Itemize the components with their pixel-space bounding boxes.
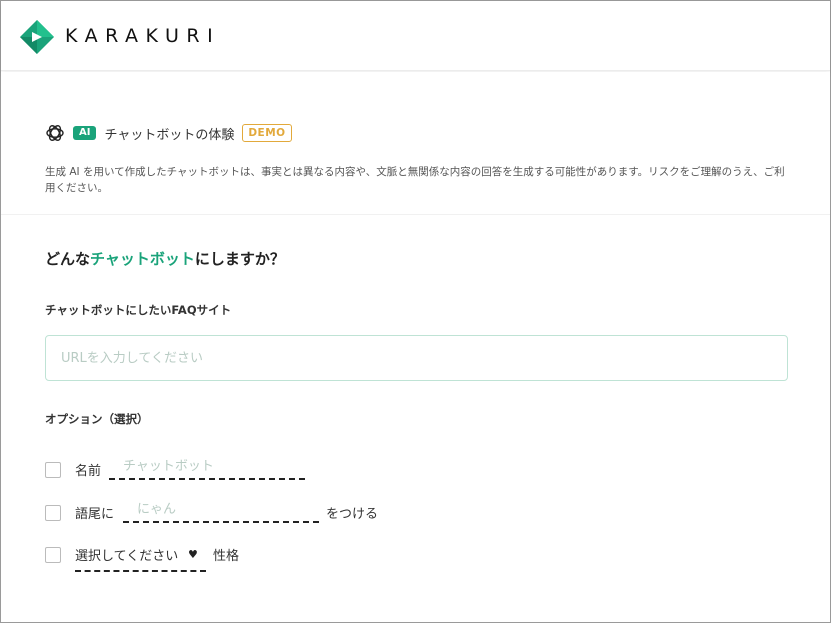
karakuri-logo-icon[interactable] bbox=[20, 20, 54, 54]
faq-site-label: チャットボットにしたいFAQサイト bbox=[45, 303, 232, 317]
ai-badge: AI bbox=[73, 126, 97, 140]
heading-suffix: にしますか？ bbox=[194, 250, 285, 268]
banner-title-row: AI チャットボットの体験 DEMO bbox=[45, 122, 292, 144]
name-option-label: 名前 bbox=[75, 464, 102, 479]
disclaimer-text: 生成 AI を用いて作成したチャットボットは、事実とは異なる内容や、文脈と無関係… bbox=[45, 166, 785, 194]
app-header: KARAKURI bbox=[1, 1, 830, 71]
heading-accent: チャットボット bbox=[90, 250, 195, 268]
openai-icon bbox=[46, 125, 64, 141]
suffix-input[interactable] bbox=[123, 499, 319, 523]
personality-option-label: 性格 bbox=[213, 549, 240, 564]
suffix-option-label: 語尾に bbox=[75, 507, 115, 522]
demo-badge: DEMO bbox=[242, 124, 292, 142]
personality-select[interactable]: 選択してください ♥ bbox=[75, 544, 206, 572]
personality-checkbox[interactable] bbox=[45, 547, 61, 563]
logo-text[interactable]: KARAKURI bbox=[65, 25, 220, 47]
personality-select-value: 選択してください bbox=[75, 549, 179, 564]
heading-prefix: どんな bbox=[45, 250, 91, 268]
form-heading: どんなチャットボットにしますか？ bbox=[45, 248, 285, 269]
options-label: オプション（選択） bbox=[45, 412, 149, 426]
url-input[interactable] bbox=[45, 335, 788, 381]
suffix-after-label: をつける bbox=[326, 507, 379, 522]
banner-title: チャットボットの体験 bbox=[104, 127, 235, 143]
heart-icon: ♥ bbox=[188, 548, 198, 561]
suffix-checkbox[interactable] bbox=[45, 505, 61, 521]
name-checkbox[interactable] bbox=[45, 462, 61, 478]
name-input[interactable] bbox=[109, 456, 305, 480]
